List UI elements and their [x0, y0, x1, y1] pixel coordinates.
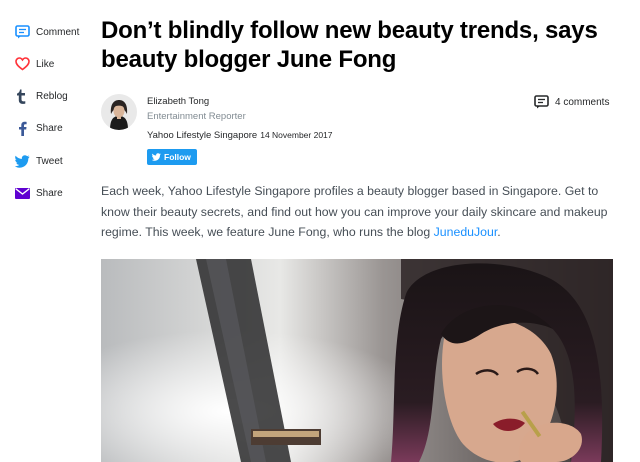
share-rail: Comment Like Reblog Share Tweet Share — [14, 22, 94, 216]
article-intro: Each week, Yahoo Lifestyle Singapore pro… — [101, 181, 621, 243]
facebook-share-button[interactable]: Share — [14, 119, 94, 139]
email-share-label: Share — [36, 187, 63, 199]
tumblr-icon — [14, 89, 30, 105]
reblog-label: Reblog — [36, 91, 68, 103]
heart-icon — [14, 56, 30, 72]
email-share-button[interactable]: Share — [14, 183, 94, 203]
provider-name[interactable]: Yahoo Lifestyle Singapore — [147, 130, 257, 141]
twitter-icon — [14, 153, 30, 169]
author-name[interactable]: Elizabeth Tong — [147, 96, 209, 107]
tweet-button[interactable]: Tweet — [14, 151, 94, 171]
twitter-follow-button[interactable]: Follow — [147, 149, 197, 165]
article-hero-image — [101, 259, 613, 462]
author-avatar[interactable] — [101, 94, 137, 130]
facebook-share-label: Share — [36, 123, 63, 135]
tweet-label: Tweet — [36, 155, 63, 167]
facebook-icon — [14, 121, 30, 137]
intro-end: . — [497, 225, 501, 240]
provider-line: Yahoo Lifestyle Singapore 14 November 201… — [147, 130, 333, 141]
comment-icon — [14, 24, 30, 40]
email-icon — [14, 185, 30, 201]
twitter-bird-icon — [152, 153, 161, 161]
comment-share-button[interactable]: Comment — [14, 22, 94, 42]
comment-share-label: Comment — [36, 26, 80, 38]
comment-bubble-icon — [534, 95, 549, 109]
follow-label: Follow — [164, 152, 191, 162]
blog-link[interactable]: JuneduJour — [434, 225, 498, 239]
like-label: Like — [36, 58, 55, 70]
author-role: Entertainment Reporter — [147, 111, 246, 122]
publish-date: 14 November 2017 — [260, 130, 333, 140]
article-title: Don’t blindly follow new beauty trends, … — [101, 17, 598, 73]
comments-count: 4 comments — [555, 96, 610, 108]
intro-text: Each week, Yahoo Lifestyle Singapore pro… — [101, 184, 608, 240]
reblog-button[interactable]: Reblog — [14, 87, 94, 107]
comments-link[interactable]: 4 comments — [534, 95, 609, 109]
like-button[interactable]: Like — [14, 54, 94, 74]
